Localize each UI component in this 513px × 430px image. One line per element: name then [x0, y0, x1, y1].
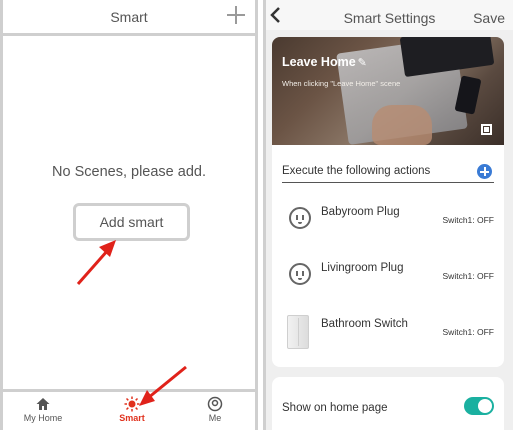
smart-header: Smart [3, 0, 255, 36]
tab-label: Smart [119, 413, 145, 423]
smart-screen: Smart No Scenes, please add. Add smart M… [0, 0, 258, 430]
scene-cover-image[interactable]: Leave Home ✎ When clicking "Leave Home" s… [272, 37, 504, 145]
plug-icon [289, 263, 311, 285]
show-on-home-card: Show on home page [272, 377, 504, 430]
device-state: Switch1: OFF [442, 327, 494, 337]
device-state: Switch1: OFF [442, 271, 494, 281]
actions-label: Execute the following actions [282, 165, 431, 177]
settings-header: Smart Settings Save [266, 0, 513, 30]
edit-pencil-icon[interactable]: ✎ [358, 57, 367, 69]
bottom-tab-bar: My Home Smart Me [3, 389, 255, 430]
add-icon[interactable] [225, 4, 247, 26]
device-row[interactable]: Babyroom Plug Switch1: OFF [284, 203, 504, 243]
scene-card: Leave Home ✎ When clicking "Leave Home" s… [272, 37, 504, 367]
tab-me[interactable]: Me [185, 396, 245, 423]
change-image-icon[interactable] [481, 124, 492, 135]
plug-icon [289, 207, 311, 229]
save-button[interactable]: Save [473, 10, 505, 26]
add-smart-button[interactable]: Add smart [73, 203, 190, 241]
sun-icon [124, 396, 140, 412]
device-row[interactable]: Bathroom Switch Switch1: OFF [284, 315, 504, 355]
tab-label: My Home [23, 413, 63, 423]
tab-my-home[interactable]: My Home [13, 396, 73, 423]
device-row[interactable]: Livingroom Plug Switch1: OFF [284, 259, 504, 299]
tab-label: Me [208, 413, 222, 423]
hand-photo-shape [372, 105, 432, 145]
device-state: Switch1: OFF [442, 215, 494, 225]
device-name: Bathroom Switch [321, 318, 408, 330]
tab-smart[interactable]: Smart [102, 396, 162, 423]
screen-photo-shape [399, 37, 495, 78]
scene-name[interactable]: Leave Home ✎ [282, 55, 367, 69]
device-name: Babyroom Plug [321, 206, 400, 218]
user-circle-icon [207, 396, 223, 412]
empty-state-message: No Scenes, please add. [52, 164, 206, 180]
actions-header: Execute the following actions [282, 163, 494, 183]
scene-description: When clicking "Leave Home" scene [282, 79, 401, 88]
wall-switch-icon [287, 315, 309, 349]
add-action-icon[interactable] [477, 164, 492, 179]
smart-settings-screen: Smart Settings Save Leave Home ✎ When cli… [263, 0, 513, 430]
scene-name-text: Leave Home [282, 55, 356, 69]
show-on-home-toggle[interactable] [464, 397, 494, 415]
device-name: Livingroom Plug [321, 262, 404, 274]
show-on-home-label: Show on home page [282, 402, 388, 414]
home-icon [36, 398, 50, 410]
page-title: Smart [110, 9, 148, 25]
